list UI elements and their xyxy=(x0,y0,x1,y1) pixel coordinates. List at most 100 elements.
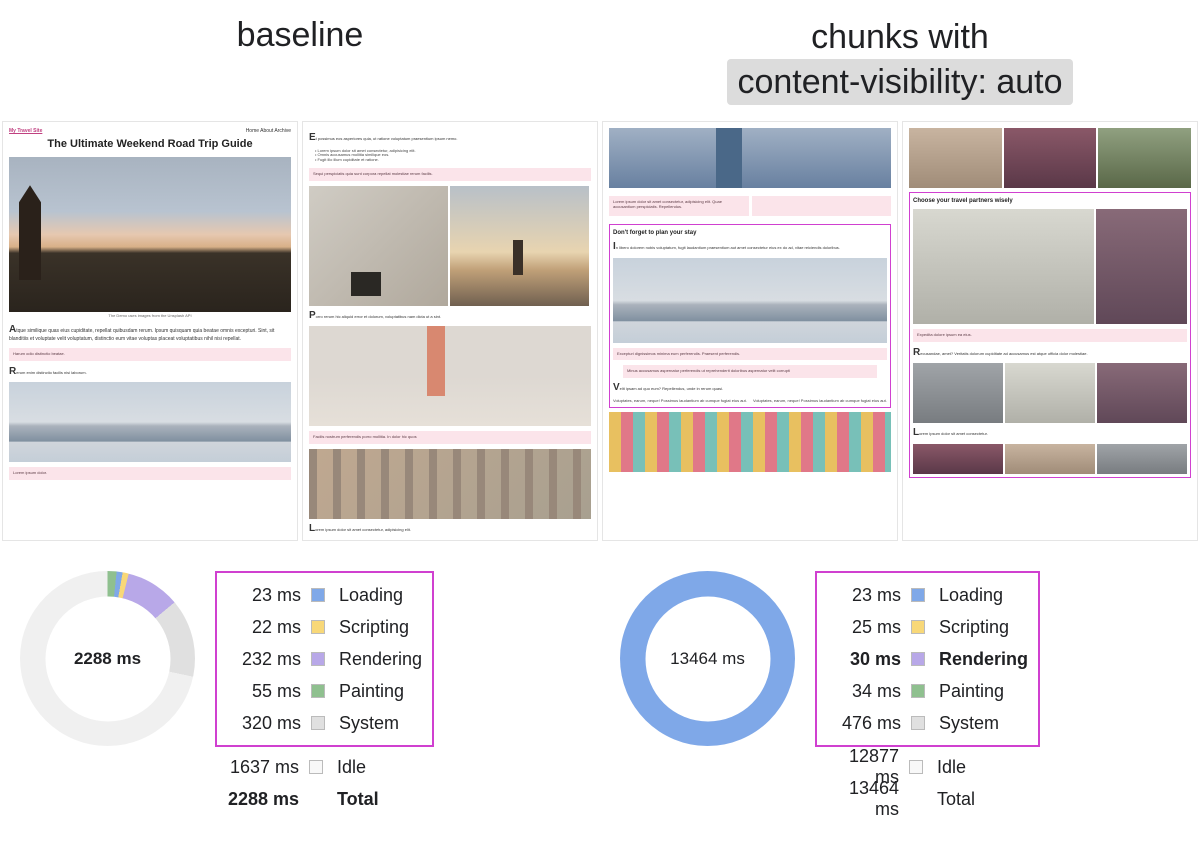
cv-page-a: Lorem ipsum dolor sit amet consectetur, … xyxy=(602,121,898,541)
idle-label-cv: Idle xyxy=(937,757,966,778)
mountain-image xyxy=(9,382,291,462)
street-image xyxy=(309,449,591,519)
legend-row-system: 476 msSystem xyxy=(827,707,1028,739)
callout-box-2: Lorem ipsum dolor. xyxy=(9,467,291,480)
baseline-screenshots: My Travel Site Home About Archive The Ul… xyxy=(0,121,600,541)
gallery-img-8 xyxy=(1005,444,1095,474)
hero-caption: The Demo uses images from the Unsplash A… xyxy=(9,314,291,319)
gallery-img-5 xyxy=(1005,363,1095,423)
legend-extra-group: 1637 ms Idle 2288 ms Total xyxy=(215,747,434,819)
callout-box: Harum odio distinctio beatae. xyxy=(9,348,291,361)
legend-swatch xyxy=(911,620,925,634)
brand-link: My Travel Site xyxy=(9,128,42,134)
section-para-a2: Velit ipsam ad quo eum? Repellendus, und… xyxy=(613,382,887,395)
hero-image xyxy=(9,157,291,312)
partners-image-small xyxy=(1096,209,1187,324)
screenshot-row: My Travel Site Home About Archive The Ul… xyxy=(0,121,1200,541)
donut-chart-baseline: 2288 ms xyxy=(20,571,195,746)
colorful-street-image xyxy=(609,412,891,472)
list-intro: Et possimus eos asperiores quia, ut rati… xyxy=(309,132,591,145)
total-label-cv: Total xyxy=(937,789,975,810)
beach-image xyxy=(309,326,591,426)
callout-box-4: Facilis nostrum perferendis porro mollit… xyxy=(309,431,591,444)
section-para-b2: Lorem ipsum dolor sit amet consectetur. xyxy=(913,427,1187,440)
legend-row-rendering: 232 ms Rendering xyxy=(227,643,422,675)
heading-line1: chunks with xyxy=(811,18,989,56)
legend-swatch xyxy=(911,588,925,602)
legend-value: 55 ms xyxy=(227,681,301,702)
legend-value: 23 ms xyxy=(227,585,301,606)
donut-chart-cv: 13464 ms xyxy=(620,571,795,746)
legend-label: Painting xyxy=(939,681,1004,702)
bullet-list: • Lorem ipsum dolor sit amet consectetur… xyxy=(309,149,591,163)
text-col-right xyxy=(752,196,892,216)
text-col-b: Voluptates, earum, neque! Possimus lauda… xyxy=(753,399,887,404)
legend-swatch xyxy=(911,684,925,698)
idle-value: 1637 ms xyxy=(225,757,299,778)
section-para-b1: Recusandae, amet? Veritatis dolorum cupi… xyxy=(913,347,1187,360)
legend-row-loading: 23 msLoading xyxy=(827,579,1028,611)
cv-screenshots: Lorem ipsum dolor sit amet consectetur, … xyxy=(600,121,1200,541)
cv-page-b: Choose your travel partners wisely Exped… xyxy=(902,121,1198,541)
page-title: The Ultimate Weekend Road Trip Guide xyxy=(9,138,291,151)
callout-box-5: Excepturi dignissimos minima eum perfere… xyxy=(613,348,887,361)
total-value-cv: 13464 ms xyxy=(825,778,899,820)
gallery-img-1 xyxy=(909,128,1002,188)
donut-total-cv: 13464 ms xyxy=(670,649,745,669)
legend-row-painting: 55 msPainting xyxy=(227,675,422,707)
mountain-wide-image xyxy=(613,258,887,343)
section-title-plan-stay: Don't forget to plan your stay xyxy=(613,230,887,237)
legend-baseline: 23 ms Loading 22 ms Scripting 232 ms Renderin… xyxy=(215,571,434,819)
gallery-img-4 xyxy=(913,363,1003,423)
idle-swatch xyxy=(309,760,323,774)
legend-label: Rendering xyxy=(339,649,422,670)
donut-total-baseline: 2288 ms xyxy=(74,649,141,669)
legend-cv: 23 msLoading25 msScripting30 msRendering… xyxy=(815,571,1040,819)
code-chip: content-visibility: auto xyxy=(727,59,1072,106)
heading-baseline: baseline xyxy=(0,16,600,105)
highlighted-section-a: Don't forget to plan your stay In libero… xyxy=(609,224,891,408)
legend-row-loading: 23 ms Loading xyxy=(227,579,422,611)
gallery-img-6 xyxy=(1097,363,1187,423)
partners-image-large xyxy=(913,209,1094,324)
legend-label: Loading xyxy=(339,585,403,606)
baseline-page-a: My Travel Site Home About Archive The Ul… xyxy=(2,121,298,541)
comparison-figure: baseline chunks with content-visibility:… xyxy=(0,0,1200,843)
legend-highlighted-group-cv: 23 msLoading25 msScripting30 msRendering… xyxy=(815,571,1040,747)
legend-value: 22 ms xyxy=(227,617,301,638)
heading-chunks: chunks with content-visibility: auto xyxy=(600,16,1200,105)
legend-value: 34 ms xyxy=(827,681,901,702)
legend-total-cv: 13464 ms Total xyxy=(825,783,1030,815)
section-title-partners: Choose your travel partners wisely xyxy=(913,198,1187,205)
legend-label: Scripting xyxy=(939,617,1009,638)
legend-value: 30 ms xyxy=(827,649,901,670)
denim-image xyxy=(609,128,891,188)
body-para-b2: Lorem ipsum dolor sit amet consectetur, … xyxy=(309,523,591,536)
legend-total: 2288 ms Total xyxy=(225,783,424,815)
body-para-a: Rerum enim distinctio facilis nisi labor… xyxy=(9,366,291,379)
legend-swatch xyxy=(311,588,325,602)
legend-highlighted-group: 23 ms Loading 22 ms Scripting 232 ms Renderin… xyxy=(215,571,434,747)
perf-baseline: 2288 ms 23 ms Loading 22 ms Scripting 232 ms… xyxy=(0,565,600,819)
gallery-img-3 xyxy=(1098,128,1191,188)
gallery-img-7 xyxy=(913,444,1003,474)
legend-row-painting: 34 ms Painting xyxy=(827,675,1028,707)
motorcycle-image xyxy=(309,186,448,306)
highlighted-section-b: Choose your travel partners wisely Exped… xyxy=(909,192,1191,478)
legend-extra-group-cv: 12877 ms Idle 13464 ms Total xyxy=(815,747,1040,819)
legend-label: Scripting xyxy=(339,617,409,638)
legend-row-rendering: 30 msRendering xyxy=(827,643,1028,675)
legend-swatch xyxy=(311,652,325,666)
legend-value: 232 ms xyxy=(227,649,301,670)
legend-value: 476 ms xyxy=(827,713,901,734)
legend-label: Loading xyxy=(939,585,1003,606)
text-col-left: Lorem ipsum dolor sit amet consectetur, … xyxy=(609,196,749,216)
intro-paragraph: Atque similique quas eius cupiditate, re… xyxy=(9,324,291,343)
legend-idle: 1637 ms Idle xyxy=(225,751,424,783)
callout-box-3: Sequi perspiciatis quia sunt corpora rep… xyxy=(309,168,591,181)
nav-links: Home About Archive xyxy=(246,128,291,134)
total-label: Total xyxy=(337,789,379,810)
legend-row-scripting: 22 ms Scripting xyxy=(227,611,422,643)
legend-swatch xyxy=(911,652,925,666)
callout-box-6: Minus accusamus aspernatur perferendis u… xyxy=(623,365,877,378)
